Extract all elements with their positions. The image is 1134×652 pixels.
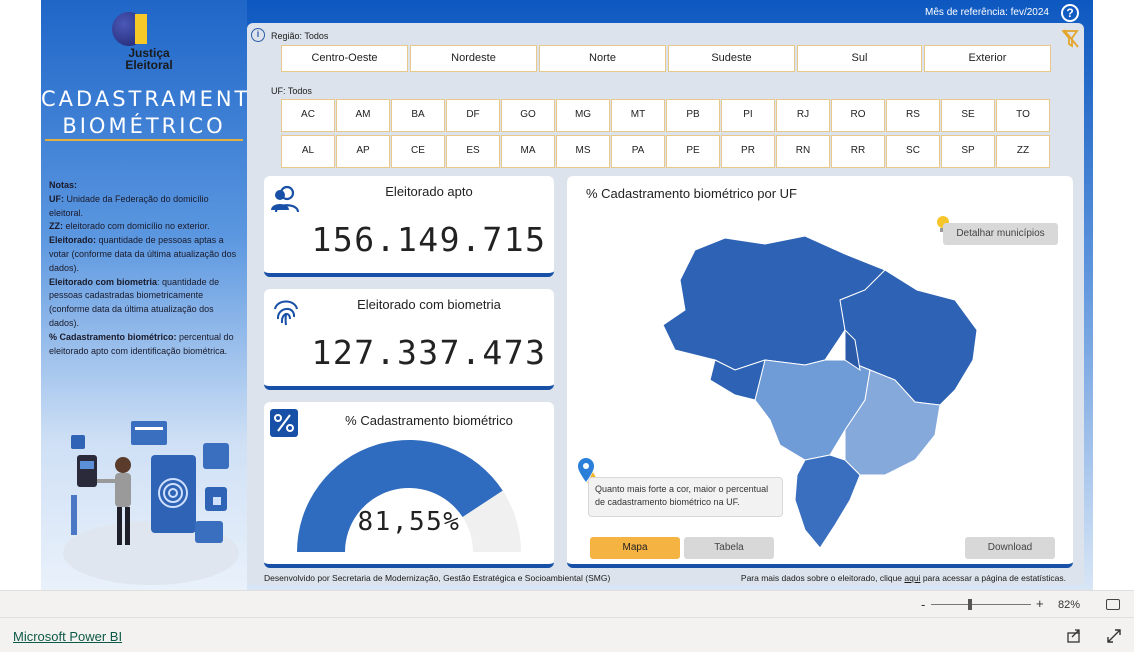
zoom-in-button[interactable]: + — [1036, 596, 1044, 611]
map-card: % Cadastramento biométrico por UF Detalh… — [567, 176, 1073, 568]
uf-button-se[interactable]: SE — [941, 99, 995, 132]
uf-button-df[interactable]: DF — [446, 99, 500, 132]
zoom-bar: - + 82% — [0, 590, 1134, 617]
uf-button-zz[interactable]: ZZ — [996, 135, 1050, 168]
uf-button-pb[interactable]: PB — [666, 99, 720, 132]
report-title: CADASTRAMENTO BIOMÉTRICO — [41, 86, 270, 140]
uf-button-ro[interactable]: RO — [831, 99, 885, 132]
zoom-slider-track[interactable] — [931, 604, 1031, 605]
note-item: Eleitorado com biometria: quantidade de … — [49, 276, 220, 328]
region-button-exterior[interactable]: Exterior — [924, 45, 1051, 72]
uf-button-ba[interactable]: BA — [391, 99, 445, 132]
note-item: % Cadastramento biométrico: percentual d… — [49, 331, 234, 356]
map-title: % Cadastramento biométrico por UF — [586, 186, 797, 201]
fit-to-page-icon[interactable] — [1106, 599, 1120, 610]
footer-stats-suffix: para acessar a página de estatísticas. — [920, 573, 1066, 583]
uf-button-ac[interactable]: AC — [281, 99, 335, 132]
footer-stats-link: Para mais dados sobre o eleitorado, cliq… — [741, 573, 1066, 583]
help-icon[interactable]: ? — [1061, 4, 1079, 22]
kpi-eleitorado-value: 156.149.715 — [311, 220, 547, 259]
kpi-eleitorado-apto: Eleitorado apto 156.149.715 — [264, 176, 554, 277]
share-icon[interactable] — [1066, 628, 1082, 644]
notes-heading: Notas: — [49, 180, 78, 190]
left-panel: Justiça Eleitoral CADASTRAMENTO BIOMÉTRI… — [41, 0, 270, 590]
uf-button-sp[interactable]: SP — [941, 135, 995, 168]
people-icon — [271, 185, 300, 213]
note-item: UF: Unidade da Federação do domicílio el… — [49, 193, 209, 218]
kpi-biometria-value: 127.337.473 — [311, 333, 547, 372]
region-button-sudeste[interactable]: Sudeste — [668, 45, 795, 72]
uf-button-pe[interactable]: PE — [666, 135, 720, 168]
kpi-percent-value: 81,55% — [357, 507, 461, 537]
map-tip-note: Quanto mais forte a cor, maior o percent… — [588, 477, 783, 517]
uf-button-ma[interactable]: MA — [501, 135, 555, 168]
uf-button-al[interactable]: AL — [281, 135, 335, 168]
uf-button-mt[interactable]: MT — [611, 99, 665, 132]
uf-filter-label: UF: Todos — [271, 86, 312, 96]
region-filter-label: Região: Todos — [271, 31, 329, 41]
zoom-out-button[interactable]: - — [921, 597, 925, 612]
uf-button-rj[interactable]: RJ — [776, 99, 830, 132]
uf-button-ce[interactable]: CE — [391, 135, 445, 168]
powerbi-footer: Microsoft Power BI — [0, 617, 1134, 652]
uf-button-pi[interactable]: PI — [721, 99, 775, 132]
uf-button-pa[interactable]: PA — [611, 135, 665, 168]
kpi-percent-title: % Cadastramento biométrico — [345, 413, 513, 428]
note-item: Eleitorado: quantidade de pessoas aptas … — [49, 235, 237, 273]
uf-button-ap[interactable]: AP — [336, 135, 390, 168]
tab-map[interactable]: Mapa — [590, 537, 680, 559]
map-region-sul — [794, 454, 861, 549]
zoom-slider-thumb[interactable] — [968, 599, 972, 610]
uf-button-am[interactable]: AM — [336, 99, 390, 132]
reference-month: Mês de referência: fev/2024 — [925, 7, 1049, 18]
fullscreen-icon[interactable] — [1106, 628, 1122, 644]
note-item: ZZ: eleitorado com domicílio no exterior… — [49, 221, 210, 232]
logo-flag — [135, 14, 147, 44]
region-button-centro-oeste[interactable]: Centro-Oeste — [281, 45, 408, 72]
uf-button-rs[interactable]: RS — [886, 99, 940, 132]
kpi-eleitorado-title: Eleitorado apto — [385, 184, 473, 199]
report-title-line1: CADASTRAMENTO — [41, 87, 270, 111]
title-divider — [45, 139, 243, 141]
report-canvas: Justiça Eleitoral CADASTRAMENTO BIOMÉTRI… — [41, 0, 1093, 590]
justica-eleitoral-logo: Justiça Eleitoral — [109, 10, 189, 74]
logo-text-line2: Eleitoral — [125, 58, 173, 72]
footer-stats-here-link[interactable]: aqui — [904, 573, 920, 583]
uf-button-sc[interactable]: SC — [886, 135, 940, 168]
kpi-percent-biometrico: % Cadastramento biométrico 81,55% — [264, 402, 554, 568]
uf-button-mg[interactable]: MG — [556, 99, 610, 132]
biometric-illustration — [63, 421, 239, 585]
tab-table[interactable]: Tabela — [684, 537, 774, 559]
kpi-eleitorado-biometria: Eleitorado com biometria 127.337.473 — [264, 289, 554, 390]
uf-button-go[interactable]: GO — [501, 99, 555, 132]
notes-section: Notas: UF: Unidade da Federação do domic… — [49, 179, 244, 358]
region-button-sul[interactable]: Sul — [797, 45, 922, 72]
uf-button-rr[interactable]: RR — [831, 135, 885, 168]
zoom-percent: 82% — [1058, 599, 1081, 611]
main-card: i Região: Todos Centro-Oeste Nordeste No… — [247, 23, 1084, 585]
region-button-norte[interactable]: Norte — [539, 45, 666, 72]
uf-button-ms[interactable]: MS — [556, 135, 610, 168]
region-button-nordeste[interactable]: Nordeste — [410, 45, 537, 72]
uf-button-pr[interactable]: PR — [721, 135, 775, 168]
uf-button-to[interactable]: TO — [996, 99, 1050, 132]
uf-button-rn[interactable]: RN — [776, 135, 830, 168]
kpi-biometria-title: Eleitorado com biometria — [357, 297, 501, 312]
footer-credits: Desenvolvido por Secretaria de Moderniza… — [264, 573, 611, 583]
powerbi-link[interactable]: Microsoft Power BI — [13, 629, 122, 644]
info-icon[interactable]: i — [251, 28, 265, 42]
footer-stats-prefix: Para mais dados sobre o eleitorado, cliq… — [740, 573, 905, 583]
download-button[interactable]: Download — [965, 537, 1055, 559]
uf-button-es[interactable]: ES — [446, 135, 500, 168]
report-title-line2: BIOMÉTRICO — [62, 114, 226, 138]
fingerprint-icon — [274, 300, 298, 326]
clear-filter-icon[interactable] — [1062, 29, 1080, 49]
